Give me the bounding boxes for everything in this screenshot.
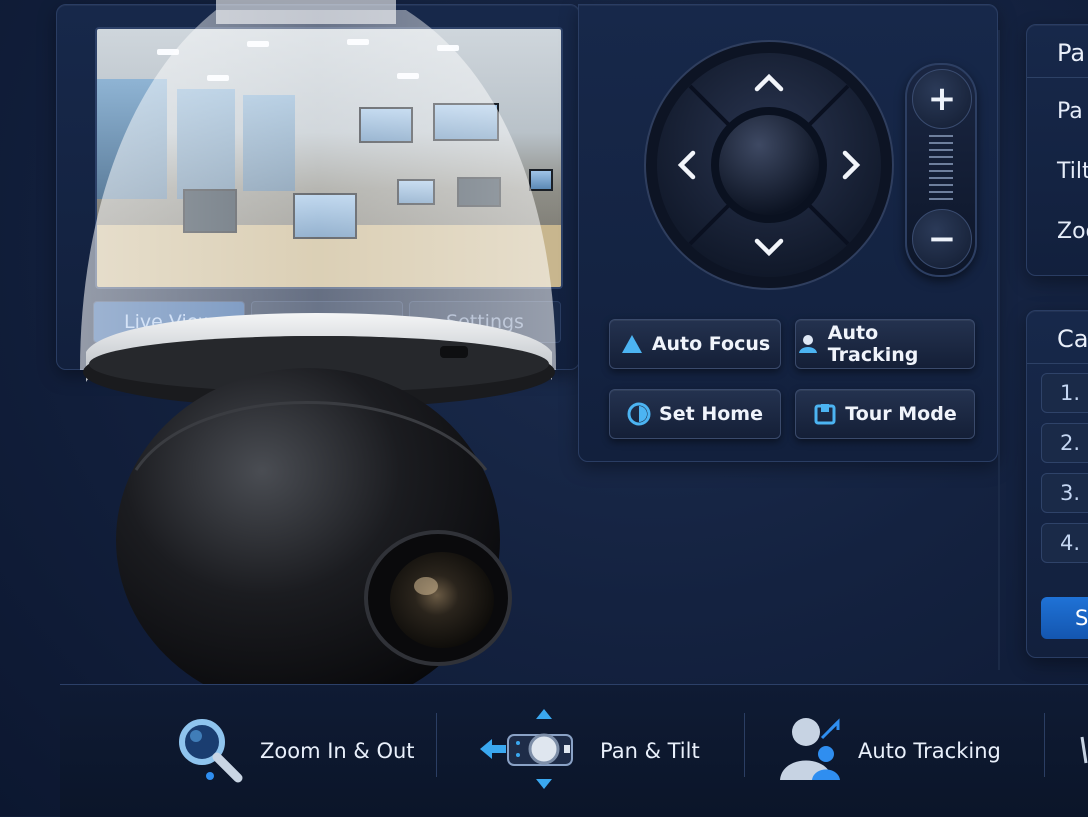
save-preset-button[interactable]: S [1041,597,1088,639]
ptz-control-panel: + − Auto Focus Auto Tracking Set Home To… [578,4,998,462]
auto-focus-label: Auto Focus [651,333,771,355]
divider [1027,363,1088,364]
set-home-button[interactable]: Set Home [609,389,781,439]
preset-item[interactable]: 3. [1041,473,1088,513]
tilt-label: Tilt [1057,159,1088,184]
tour-mode-button[interactable]: Tour Mode [795,389,975,439]
set-home-label: Set Home [659,403,763,425]
feature-pan-tilt: Pan & Tilt [478,685,700,817]
joystick-knob[interactable] [719,115,819,215]
feature-label: Auto Tracking [858,739,1001,763]
home-dial-icon [627,402,651,426]
tour-icon [813,402,837,426]
zoom-label: Zoo [1057,219,1088,244]
panel-title: Ca [1057,325,1088,353]
person-icon [796,332,820,356]
desk-monitor [457,177,501,207]
tour-mode-label: Tour Mode [845,403,957,425]
wall-monitor [359,107,413,143]
zoom-level-ticks [929,135,953,207]
auto-focus-button[interactable]: Auto Focus [609,319,781,369]
zoom-in-button[interactable]: + [912,69,972,129]
magnifier-icon [172,712,246,790]
ptz-position-panel: Pa Pa Tilt Zoo [1026,24,1088,276]
zoom-slider[interactable]: + − [905,63,977,277]
desk-monitor [397,179,435,205]
feature-label: Pan & Tilt [600,739,700,763]
triangle-icon [620,332,644,356]
camera-presets-panel: Ca 1. 2. 3. 4. S [1026,310,1088,658]
auto-tracking-button[interactable]: Auto Tracking [795,319,975,369]
directional-pad[interactable] [643,39,895,291]
desk-monitor [293,193,357,239]
ceiling-light [397,73,419,79]
preset-item[interactable]: 2. [1041,423,1088,463]
tab-playback[interactable]: Playback [251,301,403,343]
live-video-feed[interactable] [95,27,563,289]
ceiling-light [207,75,229,81]
panel-title: Pa [1057,39,1086,67]
joystick-icon [478,707,584,795]
divider [1044,713,1045,777]
feature-icon-partial [1080,735,1088,765]
ceiling-light [437,45,459,51]
preset-item[interactable]: 4. [1041,523,1088,563]
ceiling-light [157,49,179,55]
camera-lens [390,552,494,648]
zoom-out-button[interactable]: − [912,209,972,269]
ceiling-light [247,41,269,47]
window [243,95,295,191]
desk-monitor [183,189,237,233]
pan-label: Pa [1057,99,1083,124]
tab-settings[interactable]: Settings [409,301,561,343]
feature-auto-tracking: Auto Tracking [778,685,1001,817]
preset-item[interactable]: 1. [1041,373,1088,413]
window [177,89,235,199]
video-panel: Live View Playback Settings [56,4,580,370]
video-tab-bar: Live View Playback Settings [93,301,561,343]
auto-tracking-label: Auto Tracking [827,322,919,366]
feature-bar: Zoom In & Out Pan & Tilt Auto Tracking [60,684,1088,817]
feature-label: Zoom In & Out [260,739,415,763]
divider [436,713,437,777]
wall-monitor [433,103,499,141]
divider [1027,77,1088,78]
person-tracking-icon [778,714,844,788]
feature-zoom: Zoom In & Out [172,685,415,817]
tab-live-view[interactable]: Live View [93,301,245,343]
ceiling-light [347,39,369,45]
desk-monitor [529,169,553,191]
divider [744,713,745,777]
divider [998,30,1000,670]
window [97,79,167,199]
